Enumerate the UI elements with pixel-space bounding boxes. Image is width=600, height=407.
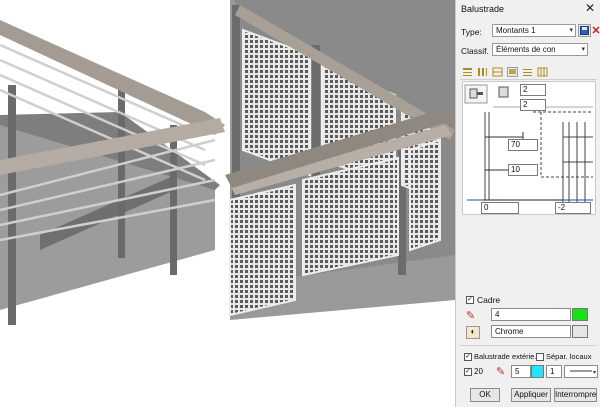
type-select[interactable]: Montants 1 ▾ (492, 24, 576, 37)
interrupt-button[interactable]: Interrompre (554, 388, 597, 402)
cadre-label: Cadre (477, 295, 501, 305)
exterior-checkbox[interactable]: ✓ (464, 353, 472, 361)
balustrade-render (0, 0, 455, 325)
tab-panel-icon[interactable] (507, 67, 518, 77)
view-tabs (462, 67, 596, 78)
dim-70[interactable]: 70 (508, 139, 538, 151)
line-value-field[interactable]: 1 (546, 365, 562, 378)
linecount-checkbox[interactable]: ✓ (464, 368, 472, 376)
classif-select-value: Éléments de con (496, 45, 556, 54)
linecount-label: 20 (474, 367, 483, 376)
pen-icon[interactable]: ✎ (496, 365, 505, 378)
tab-posts-icon[interactable] (477, 67, 488, 77)
separate-label: Sépar. locaux (546, 352, 592, 361)
scene-viewport[interactable] (0, 0, 455, 407)
cadre-color-swatch[interactable] (572, 308, 588, 321)
classif-select[interactable]: Éléments de con ▾ (492, 43, 588, 56)
delete-icon[interactable]: ✕ (591, 24, 600, 37)
tab-rail-icon[interactable] (462, 67, 473, 77)
cadre-checkbox[interactable]: ✓ (466, 296, 474, 304)
dim-0[interactable]: 0 (481, 202, 519, 214)
type-label: Type: (461, 27, 482, 37)
pen-color-swatch[interactable] (531, 365, 544, 378)
save-icon[interactable] (578, 24, 591, 37)
cadre-value-field[interactable]: 4 (491, 308, 571, 321)
dim-top-2[interactable]: 2 (520, 99, 546, 111)
material-field[interactable]: Chrome (491, 325, 571, 338)
exterior-label: Balustrade extérie. (474, 352, 537, 361)
chevron-down-icon: ▾ (581, 46, 585, 53)
tab-lines-icon[interactable] (522, 67, 533, 77)
type-select-value: Montants 1 (496, 26, 536, 35)
dialog-title: Balustrade (461, 4, 505, 14)
material-icon[interactable]: ◐ (466, 326, 480, 339)
dim-neg2[interactable]: -2 (555, 202, 591, 214)
tab-grid-icon[interactable] (537, 67, 548, 77)
ok-button[interactable]: OK (470, 388, 500, 402)
dim-10[interactable]: 10 (508, 164, 538, 176)
svg-text:▾: ▾ (593, 370, 596, 375)
apply-button[interactable]: Appliquer (511, 388, 551, 402)
empty-area (462, 218, 596, 290)
pen-icon[interactable]: ✎ (466, 309, 475, 322)
material-color-swatch[interactable] (572, 325, 588, 338)
chevron-down-icon: ▾ (569, 27, 573, 34)
close-icon[interactable]: ✕ (585, 1, 595, 15)
dimension-drawing: 2 2 70 10 0 -2 (462, 81, 596, 215)
balustrade-dialog: Balustrade ✕ Type: Montants 1 ▾ ✕ Classi… (455, 0, 600, 407)
tab-infill-icon[interactable] (492, 67, 503, 77)
separate-checkbox[interactable] (536, 353, 544, 361)
dim-top-1[interactable]: 2 (520, 84, 546, 96)
pen-value-field[interactable]: 5 (511, 365, 531, 378)
line-style-select[interactable]: ▾ (564, 365, 598, 378)
classif-label: Classif. (461, 46, 489, 56)
